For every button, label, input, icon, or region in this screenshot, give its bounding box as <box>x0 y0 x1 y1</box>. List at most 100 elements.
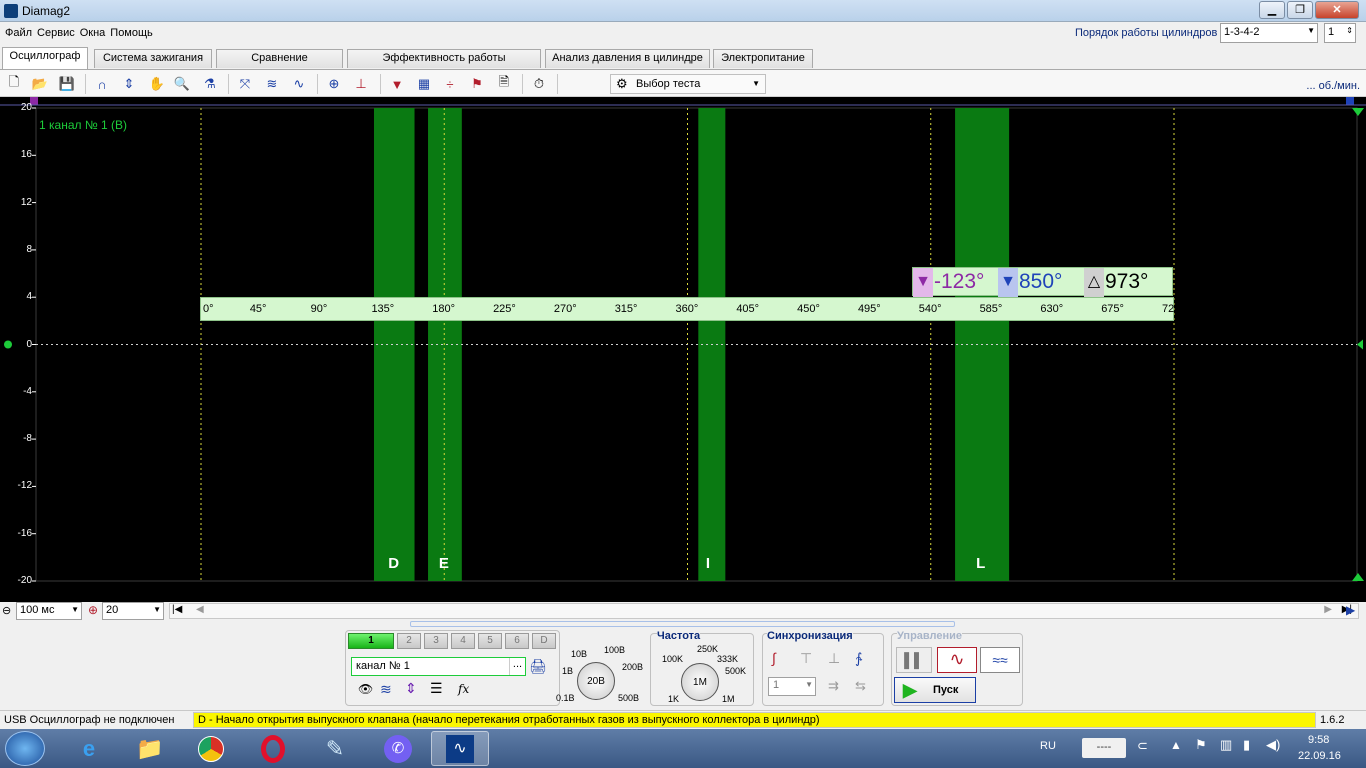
channel-button-1[interactable]: 1 <box>348 633 394 649</box>
tray-expand-icon[interactable]: ▲ <box>1170 738 1182 752</box>
viber-icon[interactable]: ✆ <box>369 731 427 766</box>
flag-icon[interactable]: ⚑ <box>468 75 486 93</box>
tray-power-icon[interactable]: ⊂ <box>1137 738 1148 754</box>
cylinder-order-select[interactable]: 1-3-4-2 ▼ <box>1220 23 1318 43</box>
tab-oscilloscope[interactable]: Осциллограф <box>2 47 88 69</box>
continuous-mode-button[interactable]: ≈≈ <box>980 647 1020 673</box>
clock-date[interactable]: 22.09.16 <box>1298 750 1341 762</box>
diamag-task-icon[interactable]: ∿ <box>431 731 489 766</box>
menu-file[interactable]: Файл <box>5 27 32 39</box>
channel-button-3[interactable]: 3 <box>424 633 448 649</box>
start-orb-icon[interactable] <box>5 731 45 766</box>
scroll-right-icon[interactable]: ▶ <box>1324 604 1332 615</box>
auto-icon[interactable]: ⏱ <box>530 75 548 93</box>
notes-icon[interactable]: ✎ <box>306 731 364 766</box>
ie-icon[interactable]: e <box>60 731 118 766</box>
hand-icon[interactable]: ✋ <box>148 75 166 93</box>
oscilloscope-plot[interactable] <box>0 97 1366 602</box>
first-page-icon[interactable]: |◀ <box>172 604 182 615</box>
channel-name-field[interactable]: канал № 1 ... <box>351 657 526 676</box>
channel-button-d[interactable]: D <box>532 633 556 649</box>
document-icon[interactable]: 🗎 <box>495 74 513 93</box>
menu-service[interactable]: Сервис <box>37 27 75 39</box>
table-icon[interactable]: ▦ <box>415 75 433 93</box>
invert-icon[interactable]: ≋ <box>380 681 392 698</box>
zoom-out-icon[interactable]: ⊖ <box>2 604 11 617</box>
keyboard-indicator-icon[interactable]: ---- <box>1082 738 1126 758</box>
zero-level-icon[interactable]: ⊥ <box>352 75 370 93</box>
collapse-icon[interactable]: ⤧ <box>236 75 254 93</box>
open-folder-icon[interactable]: 📂 <box>31 75 49 93</box>
cylinder-number-spinner[interactable]: 1 ⇕ <box>1324 23 1356 43</box>
tab-power[interactable]: Электропитание <box>713 49 813 68</box>
frequency-knob[interactable]: 1М <box>681 663 719 701</box>
single-mode-button[interactable]: ∿ <box>937 647 977 673</box>
menu-help[interactable]: Помощь <box>110 27 153 39</box>
menu-windows[interactable]: Окна <box>80 27 106 39</box>
tab-cylinder-compare[interactable]: Сравнение цилиндров <box>216 49 343 81</box>
sync-up-icon[interactable]: ⊤ <box>800 650 812 667</box>
tray-network-icon[interactable]: ▥ <box>1220 737 1232 753</box>
clock-time[interactable]: 9:58 <box>1308 734 1329 746</box>
zoom-in-icon[interactable]: ⊕ <box>88 603 98 617</box>
sync-rising-icon[interactable]: ∫ <box>772 650 776 666</box>
overlay-icon[interactable]: ∿ <box>290 75 308 93</box>
scroll-left-icon[interactable]: ◀ <box>196 604 204 615</box>
freq-label-333k: 333K <box>717 654 739 664</box>
new-file-icon[interactable]: 🗋 <box>5 74 23 93</box>
sync-channel-select[interactable]: 1 ▼ <box>768 677 816 696</box>
sync-down-icon[interactable]: ⊥ <box>828 650 840 667</box>
play-right-icon[interactable]: ▶ <box>1346 603 1355 617</box>
sync-auto-icon[interactable]: ∱ <box>855 650 862 667</box>
gear-icon: ⚙ <box>616 76 628 91</box>
folder-icon[interactable]: 📁 <box>121 731 179 766</box>
channel-button-4[interactable]: 4 <box>451 633 475 649</box>
channel-button-2[interactable]: 2 <box>397 633 421 649</box>
channel-button-6[interactable]: 6 <box>505 633 529 649</box>
angle-tick-label: 0° <box>203 303 214 315</box>
tray-volume-icon[interactable]: ◀) <box>1266 737 1280 753</box>
horizontal-scrollbar[interactable]: |◀ ◀ ▶ ▶| <box>169 603 1359 619</box>
function-icon[interactable]: fx <box>458 682 469 696</box>
sync-level-icon[interactable]: ⇉ <box>828 678 839 694</box>
angle-tick-label: 45° <box>249 303 267 315</box>
start-button[interactable]: ▶ Пуск <box>894 677 976 703</box>
tray-battery-icon[interactable]: ▮ <box>1243 737 1250 753</box>
waves-icon[interactable]: ≋ <box>263 75 281 93</box>
pause-button[interactable]: ▌▌ <box>896 647 932 673</box>
tab-ignition[interactable]: Система зажигания <box>94 49 212 68</box>
close-button[interactable]: ✕ <box>1315 1 1359 19</box>
grid-icon[interactable]: ☰ <box>430 680 443 697</box>
filter-icon[interactable]: ⚗ <box>201 75 219 93</box>
probe-icon[interactable]: 🖨 <box>529 658 547 675</box>
tray-flag-icon[interactable]: ⚑ <box>1195 737 1207 753</box>
channel-more-button[interactable]: ... <box>509 658 525 675</box>
minimize-button[interactable]: ▁ <box>1259 1 1285 19</box>
language-indicator[interactable]: RU <box>1040 740 1056 752</box>
cursor-filter-icon[interactable]: ▼ <box>388 75 406 93</box>
scale-select[interactable]: 20 ▼ <box>102 602 164 620</box>
channel-button-5[interactable]: 5 <box>478 633 502 649</box>
opera-icon[interactable] <box>244 731 302 766</box>
oscilloscope-area[interactable]: 1 канал № 1 (В) 20 16 12 8 4 0 -4 -8 -12 -16 -20 D… <box>0 97 1366 602</box>
test-select[interactable]: ⚙ Выбор теста ▼ <box>610 74 766 94</box>
freq-label-100k: 100K <box>662 654 684 664</box>
angle-ruler[interactable]: 0° 45° 90° 135° 180° 225° 270° 315° 360° 405° 450°… <box>200 297 1185 321</box>
channel-icon[interactable]: ∩ <box>93 75 111 93</box>
timebase-select[interactable]: 100 мс ▼ <box>16 602 82 620</box>
sync-position-icon[interactable]: ⇆ <box>855 678 866 694</box>
voltage-knob[interactable]: 20В <box>577 662 615 700</box>
tab-pressure-analysis[interactable]: Анализ давления в цилиндре <box>545 49 710 68</box>
save-icon[interactable]: 💾 <box>58 75 76 93</box>
maximize-button[interactable]: ❐ <box>1287 1 1313 19</box>
eye-icon[interactable]: 👁 <box>358 682 373 696</box>
offset-icon[interactable]: ⇕ <box>405 680 417 697</box>
auto-zero-icon[interactable]: ⊕ <box>325 75 343 93</box>
split-icon[interactable]: ÷ <box>441 75 459 93</box>
angle-tick-label: 540° <box>918 303 942 315</box>
tab-cylinder-efficiency[interactable]: Эффективность работы цилиндров <box>347 49 541 81</box>
panel-splitter[interactable] <box>410 621 955 627</box>
scale-icon[interactable]: ⇕ <box>120 75 138 93</box>
chrome-icon[interactable] <box>182 731 240 766</box>
zoom-icon[interactable]: 🔍 <box>173 75 191 93</box>
